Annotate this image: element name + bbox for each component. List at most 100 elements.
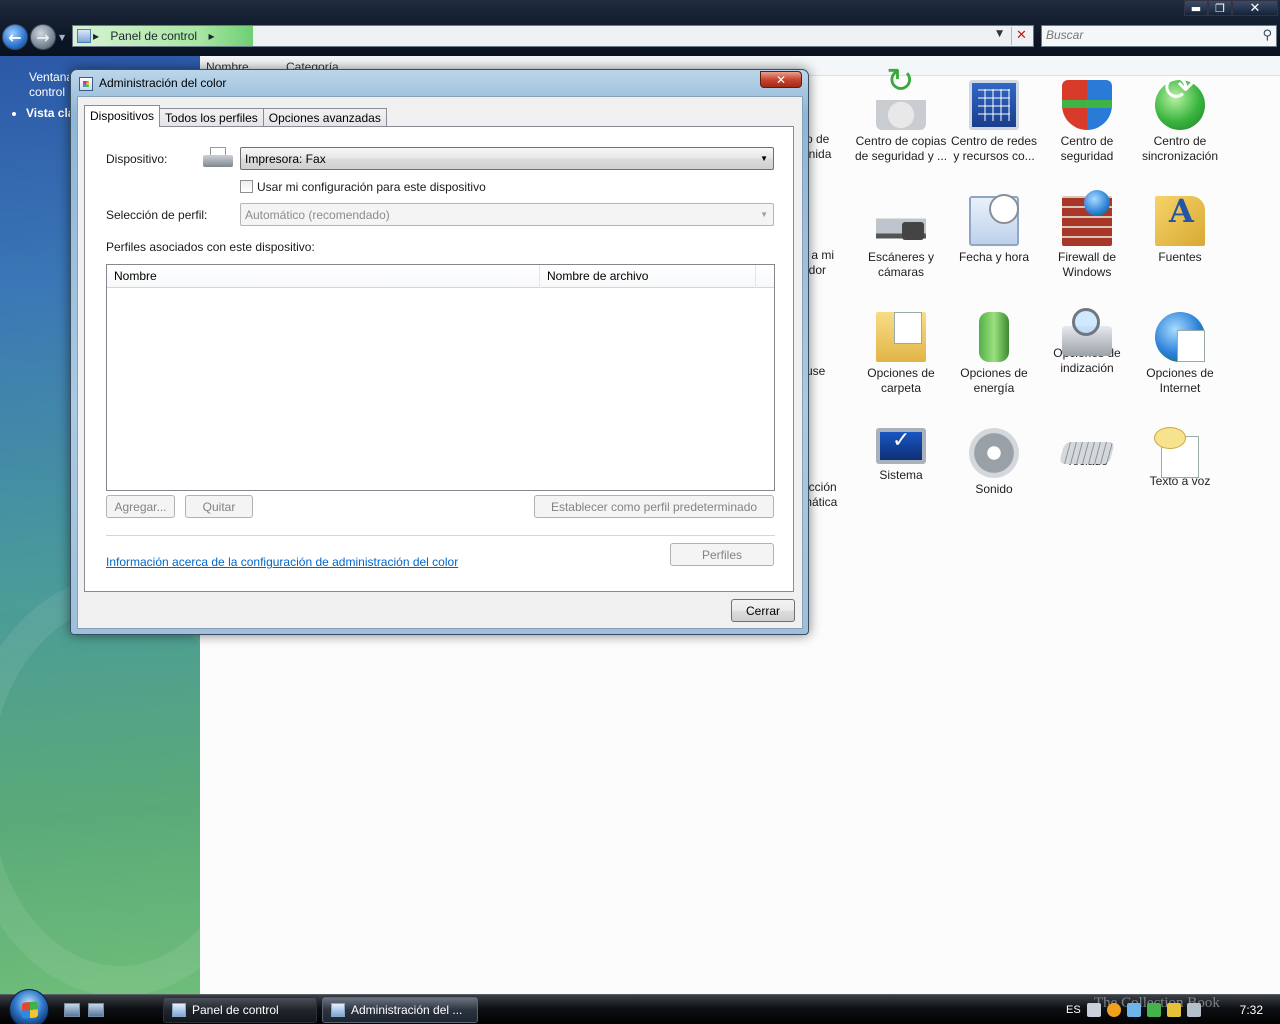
control-panel-item-label: Sistema: [879, 468, 923, 482]
control-panel-item-sync[interactable]: Centro desincronización: [1132, 80, 1228, 164]
back-button[interactable]: ←: [2, 24, 28, 50]
profiles-list[interactable]: Nombre Nombre de archivo: [106, 264, 775, 491]
minimize-button[interactable]: ▬: [1184, 0, 1208, 16]
chevron-down-icon: ▼: [760, 210, 768, 219]
tab-devices[interactable]: Dispositivos: [84, 105, 161, 127]
search-input[interactable]: [1046, 28, 1246, 42]
control-panel-icon: [77, 29, 91, 43]
control-panel-item-fonts[interactable]: Fuentes: [1132, 196, 1228, 265]
control-panel-home-link[interactable]: Ventana control: [29, 70, 69, 100]
volume-tray-icon[interactable]: [1186, 1003, 1201, 1017]
show-desktop-icon[interactable]: [64, 1003, 80, 1017]
search-box[interactable]: ⚲: [1041, 25, 1277, 47]
firewall-icon: [1062, 190, 1112, 246]
info-tray-icon[interactable]: [1106, 1003, 1121, 1017]
address-dropdown-button[interactable]: ▼: [996, 29, 1003, 39]
address-bar[interactable]: ▸ Panel de control ▸ ▼ ✕: [72, 25, 1034, 47]
breadcrumb-item[interactable]: Panel de control: [110, 29, 197, 43]
security-tray-icon[interactable]: [1166, 1003, 1181, 1017]
devices-tab-panel: Dispositivo: Impresora: Fax ▼ Usar mi co…: [84, 126, 794, 592]
control-panel-item-firewall[interactable]: Firewall de Windows: [1039, 190, 1135, 280]
check-tray-icon[interactable]: [1146, 1003, 1161, 1017]
control-panel-item-label: Internet: [1159, 381, 1201, 395]
set-default-profile-button: Establecer como perfil predeterminado: [534, 495, 774, 518]
control-panel-item-backup[interactable]: Centro de copiasde seguridad y ...: [853, 74, 949, 164]
use-my-settings-label[interactable]: Usar mi configuración para este disposit…: [257, 180, 486, 194]
color-settings-info-link[interactable]: Información acerca de la configuración d…: [106, 555, 458, 569]
profiles-button: Perfiles: [670, 543, 774, 566]
bullet-icon: [12, 111, 16, 116]
control-panel-item-power[interactable]: Opciones de energía: [946, 312, 1042, 396]
classic-view-link[interactable]: Vista clásica: [12, 106, 72, 120]
start-button[interactable]: [9, 989, 49, 1024]
control-panel-item-label: Firewall de: [1057, 250, 1117, 264]
forward-button[interactable]: →: [30, 24, 56, 50]
recent-pages-dropdown[interactable]: ▼: [59, 33, 65, 42]
tab-advanced[interactable]: Opciones avanzadas: [262, 108, 387, 127]
device-label: Dispositivo:: [106, 152, 168, 166]
color-management-icon: [331, 1003, 345, 1017]
control-panel-item-folder[interactable]: Opciones de carpeta: [853, 312, 949, 396]
control-panel-item-label: indización: [1060, 361, 1114, 375]
power-icon: [979, 312, 1009, 362]
system-icon: [876, 428, 926, 464]
printer-icon: [201, 146, 235, 170]
chevron-right-icon: ▸: [93, 29, 100, 43]
indexing-icon: [1062, 308, 1112, 356]
arrow-left-icon: ←: [8, 27, 22, 47]
column-header-name[interactable]: Nombre: [107, 265, 540, 288]
control-panel-item-scanners[interactable]: Escáneres y cámaras: [853, 196, 949, 280]
control-panel-item-sound[interactable]: Sonido: [946, 428, 1042, 497]
chevron-right-icon[interactable]: ▸: [208, 29, 214, 43]
arrow-right-icon: →: [36, 27, 50, 47]
use-my-settings-checkbox[interactable]: [240, 180, 253, 193]
network-tray-icon[interactable]: [1126, 1003, 1141, 1017]
control-panel-item-label: Centro de: [1060, 134, 1114, 148]
profile-selection-select: Automático (recomendado) ▼: [240, 203, 774, 226]
folder-options-icon: [876, 312, 926, 362]
left-pane-text: control: [29, 85, 66, 99]
control-panel-item-keyboard[interactable]: Teclado: [1039, 428, 1135, 469]
explorer-toolbar: ← → ▼ ▸ Panel de control ▸ ▼ ✕ ⚲ ▬ ❐ ✕: [0, 0, 1280, 56]
taskbar-item-control-panel[interactable]: Panel de control: [163, 997, 317, 1023]
control-panel-item-label: Sonido: [975, 482, 1013, 496]
tab-all-profiles[interactable]: Todos los perfiles: [159, 108, 264, 127]
control-panel-item-tts[interactable]: Texto a voz: [1132, 427, 1228, 489]
control-panel-item-index[interactable]: Opciones deindización: [1039, 308, 1135, 376]
close-dialog-button[interactable]: Cerrar: [731, 599, 795, 622]
control-panel-item-label: Opciones de: [867, 366, 935, 380]
divider: [106, 535, 775, 536]
control-panel-item-label: seguridad: [1060, 149, 1114, 163]
network-icon: [969, 80, 1019, 130]
search-icon[interactable]: ⚲: [1262, 28, 1272, 43]
taskbar-item-color-management[interactable]: Administración del ...: [322, 997, 478, 1023]
control-panel-item-label: Fuentes: [1158, 250, 1202, 264]
dialog-close-button[interactable]: ✕: [760, 71, 802, 88]
control-panel-item-security[interactable]: Centro de seguridad: [1039, 80, 1135, 164]
tab-strip: Dispositivos Todos los perfiles Opciones…: [84, 105, 387, 127]
control-panel-item-system[interactable]: Sistema: [853, 428, 949, 483]
speech-icon: [1154, 427, 1199, 478]
stop-button[interactable]: ✕: [1011, 27, 1031, 45]
control-panel-item-label: de seguridad y ...: [854, 149, 948, 163]
clock[interactable]: 7:32: [1240, 1003, 1263, 1017]
device-select[interactable]: Impresora: Fax ▼: [240, 147, 774, 170]
control-panel-item-network[interactable]: Centro de redes y recursos co...: [946, 80, 1042, 164]
control-panel-item-label: energía: [973, 381, 1015, 395]
control-panel-item-datetime[interactable]: Fecha y hora: [946, 194, 1042, 265]
switch-windows-icon[interactable]: [88, 1003, 104, 1017]
control-panel-item-label: Escáneres y: [867, 250, 935, 264]
close-window-button[interactable]: ✕: [1232, 0, 1278, 16]
maximize-button[interactable]: ❐: [1208, 0, 1232, 16]
breadcrumb[interactable]: ▸ Panel de control ▸: [93, 29, 214, 43]
control-panel-item-internet[interactable]: Opciones de Internet: [1132, 312, 1228, 396]
control-panel-item-label: Centro de: [1153, 134, 1207, 148]
profile-selection-value: Automático (recomendado): [245, 208, 390, 222]
language-indicator[interactable]: ES: [1066, 1004, 1081, 1016]
associated-profiles-label: Perfiles asociados con este dispositivo:: [106, 240, 315, 254]
list-header: Nombre Nombre de archivo: [107, 265, 774, 288]
control-panel-item-label: sincronización: [1141, 149, 1219, 163]
column-header-filename[interactable]: Nombre de archivo: [540, 265, 756, 288]
dialog-body: Dispositivos Todos los perfiles Opciones…: [77, 96, 803, 629]
keyboard-tray-icon[interactable]: [1086, 1003, 1101, 1017]
